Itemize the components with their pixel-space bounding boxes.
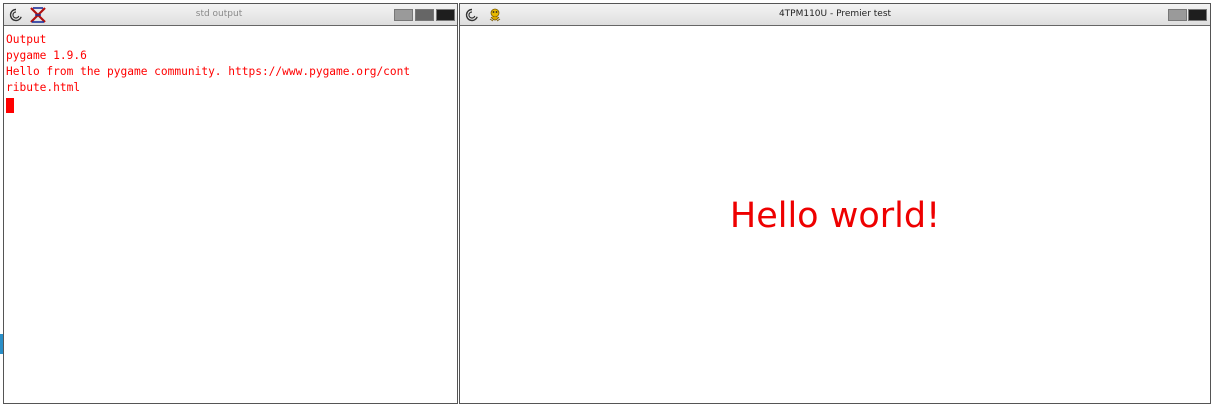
pygame-window: 4TPM110U - Premier test Hello world! (459, 3, 1211, 404)
debian-swirl-icon[interactable] (464, 7, 480, 23)
std-output-title: std output (195, 9, 243, 19)
std-output-titlebar[interactable]: std output (4, 4, 457, 26)
terminal-cursor-line (6, 96, 457, 113)
hello-world-text: Hello world! (729, 196, 941, 236)
terminal-line-pygame-version: pygame 1.9.6 (6, 49, 87, 62)
terminal-cursor (6, 98, 14, 113)
pygame-window-title: 4TPM110U - Premier test (778, 9, 892, 19)
pygame-canvas[interactable]: Hello world! (460, 26, 1210, 403)
close-button[interactable] (436, 9, 455, 21)
pygame-snake-icon (487, 7, 503, 23)
debian-swirl-icon[interactable] (8, 7, 24, 23)
maximize-button[interactable] (415, 9, 434, 21)
terminal-line-hello-community: Hello from the pygame community. https:/… (6, 65, 411, 78)
close-button[interactable] (1188, 9, 1207, 21)
terminal-line-url-continued: ribute.html (6, 81, 81, 94)
std-output-window: std output Output pygame 1.9.6 Hello fro… (3, 3, 458, 404)
minimize-button[interactable] (394, 9, 413, 21)
terminal-output[interactable]: Output pygame 1.9.6 Hello from the pygam… (4, 26, 457, 403)
pygame-titlebar[interactable]: 4TPM110U - Premier test (460, 4, 1210, 26)
x-logo-icon (29, 7, 46, 23)
terminal-line-output-label: Output (6, 33, 47, 46)
minimize-button[interactable] (1168, 9, 1187, 21)
